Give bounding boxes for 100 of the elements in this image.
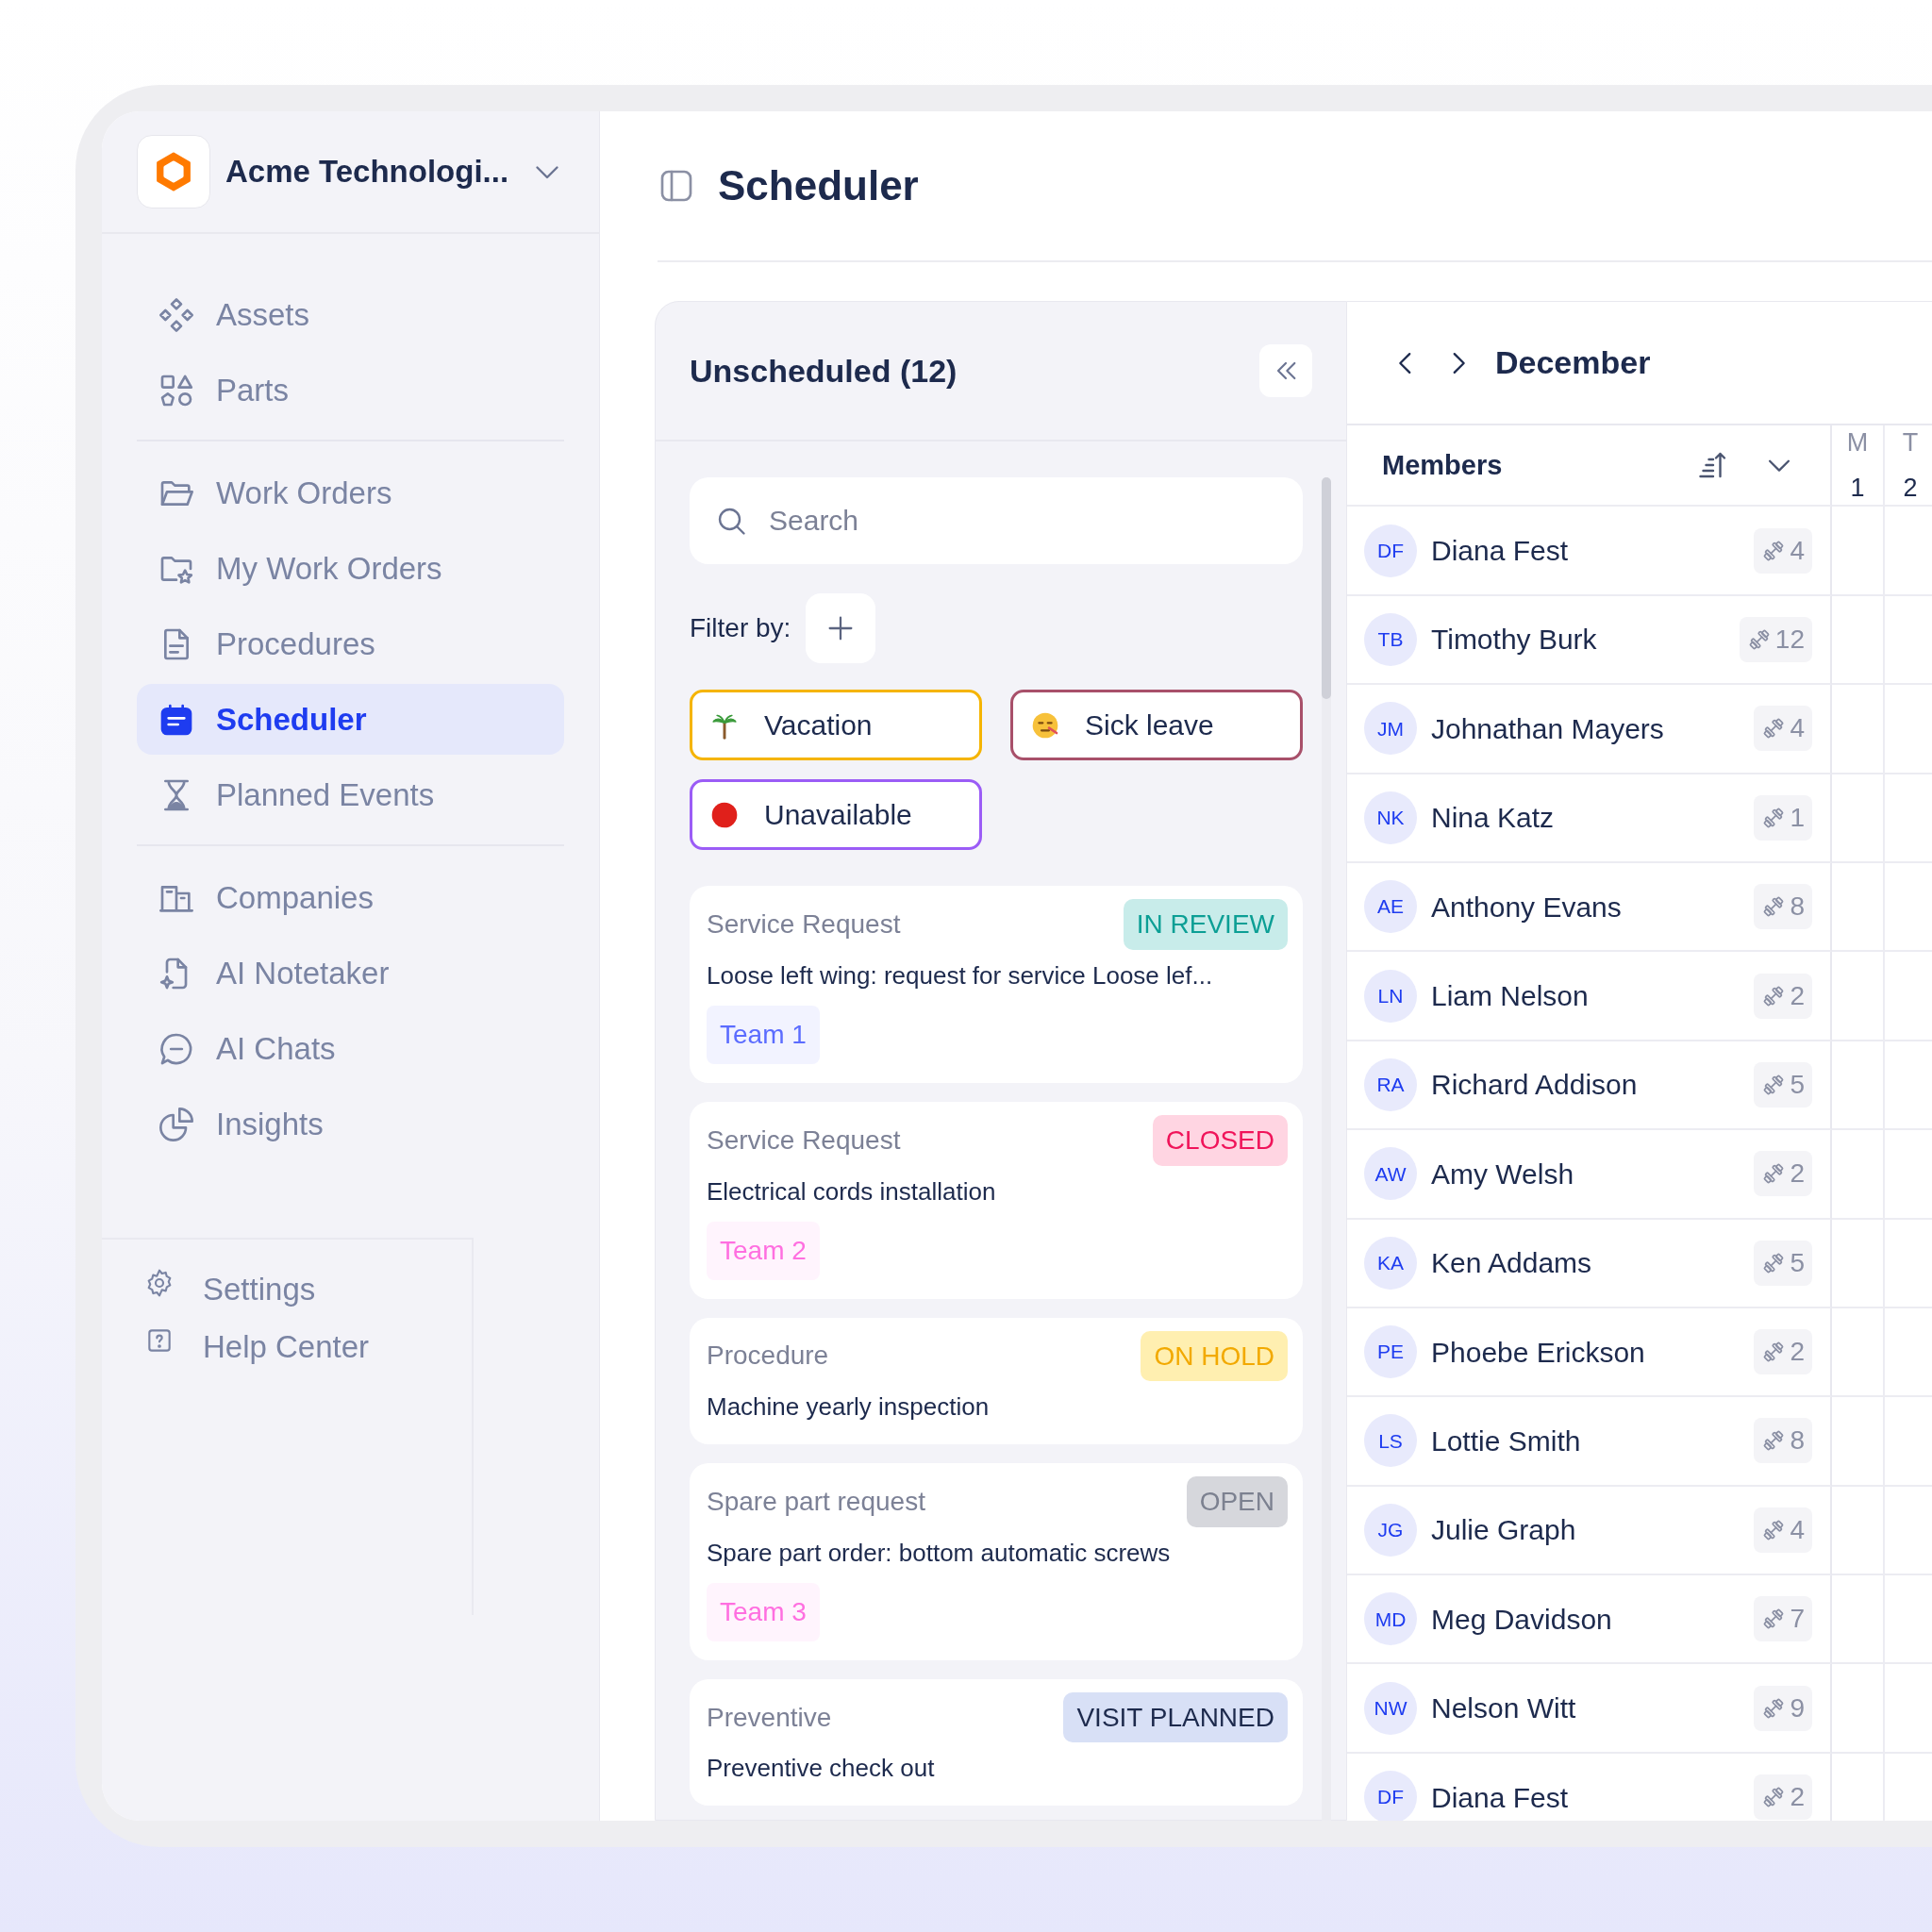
member-row[interactable]: RA Richard Addison 5 bbox=[1347, 1041, 1832, 1131]
member-row[interactable]: DF Diana Fest 2 bbox=[1347, 1753, 1832, 1821]
status-badge: ON HOLD bbox=[1141, 1330, 1288, 1382]
member-row[interactable]: NK Nina Katz 1 bbox=[1347, 774, 1832, 863]
avatar-initials: NK bbox=[1364, 791, 1417, 844]
chip-label: Sick leave bbox=[1085, 708, 1214, 743]
scrollbar-thumb[interactable] bbox=[1322, 477, 1331, 700]
card-type: Spare part request bbox=[707, 1485, 925, 1518]
count-number: 2 bbox=[1790, 1158, 1805, 1191]
chip-label: Unavailable bbox=[764, 798, 912, 833]
count-number: 7 bbox=[1790, 1603, 1805, 1636]
member-name: Phoebe Erickson bbox=[1431, 1335, 1645, 1370]
avatar-initials: AW bbox=[1364, 1147, 1417, 1201]
card-type: Service Request bbox=[707, 1124, 901, 1157]
avatar-initials: KA bbox=[1364, 1236, 1417, 1290]
task-card[interactable]: Preventive VISIT PLANNED Preventive check out bbox=[690, 1678, 1303, 1807]
member-row[interactable]: JG Julie Graph 4 bbox=[1347, 1486, 1832, 1576]
status-badge: VISIT PLANNED bbox=[1063, 1691, 1288, 1743]
member-row[interactable]: NW Nelson Witt 9 bbox=[1347, 1664, 1832, 1754]
member-row[interactable]: DF Diana Fest 4 bbox=[1347, 507, 1832, 596]
member-row[interactable]: KA Ken Addams 5 bbox=[1347, 1219, 1832, 1308]
filter-label: Filter by: bbox=[690, 612, 791, 645]
avatar-initials: JG bbox=[1364, 1503, 1417, 1557]
status-chip[interactable]: Vacation bbox=[690, 690, 982, 761]
avatar-initials: LS bbox=[1364, 1414, 1417, 1468]
count-number: 12 bbox=[1774, 623, 1805, 656]
count-number: 5 bbox=[1790, 1068, 1805, 1101]
avatar-initials: DF bbox=[1364, 1771, 1417, 1821]
count-number: 8 bbox=[1790, 891, 1805, 924]
member-name: Nina Katz bbox=[1431, 801, 1555, 836]
member-row[interactable]: MD Meg Davidson 7 bbox=[1347, 1575, 1832, 1665]
status-chip[interactable]: Unavailable bbox=[690, 779, 982, 851]
nav-item[interactable]: Scheduler bbox=[137, 684, 564, 755]
weekday-label: T bbox=[1902, 426, 1919, 458]
avatar-initials: AE bbox=[1364, 880, 1417, 934]
status-badge: IN REVIEW bbox=[1123, 899, 1288, 950]
avatar-initials: DF bbox=[1364, 524, 1417, 577]
member-row[interactable]: PE Phoebe Erickson 2 bbox=[1347, 1307, 1832, 1398]
task-card[interactable]: Procedure ON HOLD Machine yearly inspection bbox=[690, 1317, 1303, 1445]
member-row[interactable]: AE Anthony Evans 8 bbox=[1347, 862, 1832, 953]
chip-label: Vacation bbox=[764, 708, 873, 743]
member-name: Timothy Burk bbox=[1431, 623, 1597, 658]
member-name: Anthony Evans bbox=[1431, 890, 1622, 924]
count-number: 4 bbox=[1790, 712, 1805, 745]
member-name: Ken Addams bbox=[1431, 1246, 1592, 1281]
member-name: Liam Nelson bbox=[1431, 979, 1589, 1014]
member-row[interactable]: LS Lottie Smith 8 bbox=[1347, 1397, 1832, 1487]
panel-title: Unscheduled (12) bbox=[690, 352, 958, 391]
task-card[interactable]: Service Request CLOSED Electrical cords installation Team 2 bbox=[690, 1102, 1303, 1299]
avatar-initials: RA bbox=[1364, 1058, 1417, 1111]
member-name: Julie Graph bbox=[1431, 1513, 1576, 1548]
member-name: Johnathan Mayers bbox=[1431, 711, 1664, 746]
member-name: Richard Addison bbox=[1431, 1068, 1638, 1103]
collapse-button[interactable] bbox=[1259, 344, 1312, 398]
page-title: Scheduler bbox=[718, 160, 919, 210]
team-tag: Team 3 bbox=[707, 1582, 820, 1641]
member-row[interactable]: LN Liam Nelson 2 bbox=[1347, 952, 1832, 1041]
card-title: Machine yearly inspection bbox=[707, 1391, 991, 1424]
card-type: Procedure bbox=[707, 1340, 829, 1373]
member-name: Amy Welsh bbox=[1431, 1157, 1574, 1191]
member-row[interactable]: AW Amy Welsh 2 bbox=[1347, 1130, 1832, 1220]
avatar-initials: NW bbox=[1364, 1681, 1417, 1735]
card-title: Electrical cords installation bbox=[707, 1175, 997, 1208]
pie-chart-icon bbox=[158, 1105, 195, 1143]
card-title: Spare part order: bottom automatic screws bbox=[707, 1537, 1172, 1569]
team-tag: Team 2 bbox=[707, 1221, 820, 1280]
count-number: 4 bbox=[1790, 534, 1805, 567]
member-name: Meg Davidson bbox=[1431, 1602, 1612, 1637]
member-name: Diana Fest bbox=[1431, 534, 1569, 569]
diamonds-icon bbox=[158, 295, 195, 334]
task-card[interactable]: Service Request IN REVIEW Loose left wing: request for service Loose lef... Team 1 bbox=[690, 886, 1303, 1083]
avatar-initials: TB bbox=[1364, 612, 1417, 666]
count-number: 4 bbox=[1790, 1513, 1805, 1546]
scrollbar[interactable] bbox=[1322, 477, 1331, 1821]
weekday-label: M bbox=[1846, 426, 1869, 458]
member-name: Nelson Witt bbox=[1431, 1691, 1576, 1726]
avatar-initials: PE bbox=[1364, 1325, 1417, 1379]
count-number: 8 bbox=[1790, 1424, 1805, 1457]
status-badge: OPEN bbox=[1186, 1476, 1288, 1527]
task-card[interactable]: Spare part request OPEN Spare part order: bottom automatic screws Team 3 bbox=[690, 1463, 1303, 1660]
company-name[interactable]: Acme Technologi... bbox=[225, 148, 509, 195]
add-filter-button[interactable] bbox=[806, 593, 876, 664]
count-number: 1 bbox=[1790, 801, 1805, 834]
member-name: Diana Fest bbox=[1431, 1780, 1569, 1815]
avatar-initials: JM bbox=[1364, 702, 1417, 756]
card-title: Preventive check out bbox=[707, 1753, 936, 1785]
card-type: Preventive bbox=[707, 1701, 832, 1734]
count-number: 9 bbox=[1790, 1691, 1805, 1724]
month-title: December bbox=[1495, 343, 1651, 383]
count-number: 2 bbox=[1790, 1781, 1805, 1814]
day-number: 2 bbox=[1903, 473, 1918, 505]
status-chip[interactable]: Sick leave bbox=[1010, 690, 1303, 761]
avatar-initials: LN bbox=[1364, 969, 1417, 1023]
card-title: Loose left wing: request for service Loose lef... bbox=[707, 960, 1214, 991]
count-number: 2 bbox=[1790, 1336, 1805, 1369]
member-row[interactable]: TB Timothy Burk 12 bbox=[1347, 595, 1832, 686]
column-header: Members bbox=[1381, 448, 1503, 482]
member-row[interactable]: JM Johnathan Mayers 4 bbox=[1347, 685, 1832, 774]
search-field[interactable]: Search bbox=[690, 477, 1303, 565]
count-number: 5 bbox=[1790, 1246, 1805, 1279]
